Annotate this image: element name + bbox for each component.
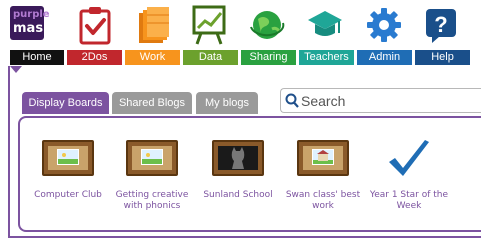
dark-display-board-icon[interactable]	[212, 140, 264, 176]
tab-shared-blogs[interactable]: Shared Blogs	[112, 92, 192, 114]
display-board-icon[interactable]	[42, 140, 94, 176]
school-display-board-icon[interactable]	[297, 140, 349, 176]
nav-work[interactable]: Work	[125, 50, 180, 65]
nav-data[interactable]: Data	[183, 50, 238, 65]
nav-home[interactable]: Home	[10, 50, 64, 65]
folders-icon[interactable]	[133, 4, 173, 46]
board-picture	[57, 149, 79, 165]
question-icon[interactable]: ?	[421, 4, 461, 46]
board-picture	[141, 149, 163, 165]
globe-icon[interactable]	[247, 4, 287, 46]
tab-display-boards[interactable]: Display Boards	[22, 92, 109, 114]
board-label-computer-club[interactable]: Computer Club	[23, 190, 113, 201]
nav-2dos[interactable]: 2Dos	[67, 50, 122, 65]
display-board-icon[interactable]	[126, 140, 178, 176]
tab-my-blogs[interactable]: My blogs	[196, 92, 258, 114]
checklist-icon[interactable]	[75, 4, 115, 46]
nav-sharing[interactable]: Sharing	[241, 50, 296, 65]
logo-line-2: mash	[13, 21, 53, 36]
chart-board-icon[interactable]	[189, 4, 229, 46]
board-label-swan-class[interactable]: Swan class' best work	[278, 190, 368, 212]
nav-teachers[interactable]: Teachers	[299, 50, 354, 65]
search-input[interactable]	[301, 91, 476, 110]
board-picture	[312, 149, 334, 165]
mortarboard-icon[interactable]	[305, 4, 345, 46]
checkmark-icon[interactable]	[385, 136, 433, 184]
dropdown-caret-icon	[10, 66, 22, 73]
board-label-year1-star[interactable]: Year 1 Star of the Week	[364, 190, 454, 212]
logo-line-1: purple	[13, 9, 50, 20]
board-label-getting-creative[interactable]: Getting creative with phonics	[107, 190, 197, 212]
search-icon[interactable]	[285, 93, 299, 109]
cat-silhouette-icon	[231, 147, 245, 169]
svg-text:?: ?	[434, 12, 447, 37]
nav-help[interactable]: Help	[415, 50, 470, 65]
board-label-sunland-school[interactable]: Sunland School	[193, 190, 283, 201]
top-navigation: purple mash ? Home 2Dos Work Data Sharin…	[0, 0, 481, 66]
gear-icon[interactable]	[364, 4, 404, 46]
purple-mash-logo[interactable]: purple mash	[10, 6, 52, 40]
search-box	[280, 88, 481, 113]
nav-admin[interactable]: Admin	[357, 50, 412, 65]
